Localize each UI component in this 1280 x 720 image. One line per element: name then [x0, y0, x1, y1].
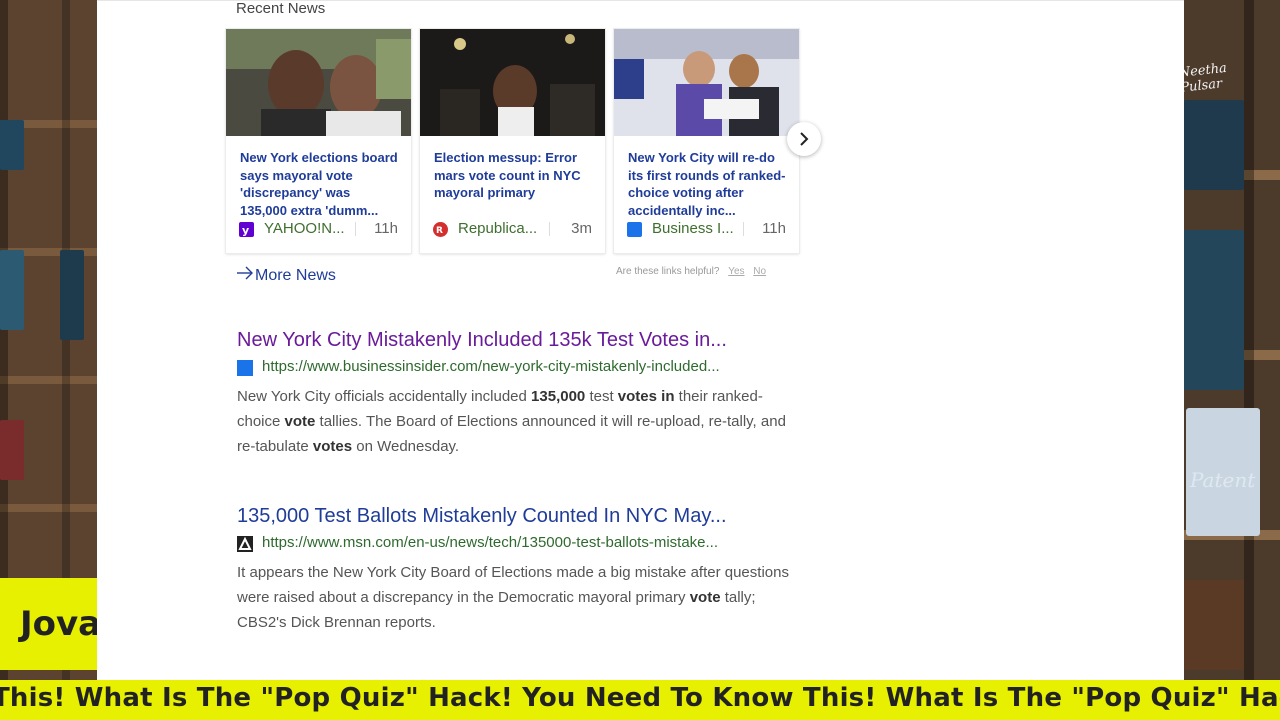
book-spine: [0, 420, 24, 480]
business-insider-icon: [627, 222, 642, 237]
news-age: 11h: [762, 220, 786, 237]
book-spine: [0, 250, 24, 330]
book-spine: [1184, 580, 1244, 670]
result-title-link[interactable]: New York City Mistakenly Included 135k T…: [237, 329, 797, 352]
news-card[interactable]: Election messup: Error mars vote count i…: [420, 29, 605, 253]
patent-label: Patent: [1190, 468, 1256, 492]
more-news-link[interactable]: More News: [236, 266, 336, 285]
background-bookshelf-right: [1184, 0, 1280, 720]
carousel-next-button[interactable]: [787, 122, 821, 156]
result-url-row: https://www.msn.com/en-us/news/tech/1350…: [237, 534, 797, 554]
separator: [549, 222, 550, 236]
search-results-pane: Recent News New York elections board say…: [97, 0, 1184, 680]
news-thumbnail[interactable]: [226, 29, 411, 136]
patent-book: Patent: [1186, 408, 1260, 536]
result-title-link[interactable]: 135,000 Test Ballots Mistakenly Counted …: [237, 505, 797, 528]
svg-text:y: y: [242, 224, 249, 237]
news-headline[interactable]: Election messup: Error mars vote count i…: [434, 149, 594, 202]
feedback-no-link[interactable]: No: [753, 266, 766, 277]
news-age: 3m: [571, 220, 592, 237]
snippet-highlight: vote: [689, 589, 721, 606]
scrolling-ticker: This! What Is The "Pop Quiz" Hack! You N…: [0, 680, 1280, 720]
result-url-row: https://www.businessinsider.com/new-york…: [237, 358, 797, 378]
news-source: Republica...: [458, 220, 538, 237]
feedback-prompt: Are these links helpful? Yes No: [616, 266, 766, 277]
svg-text:R: R: [436, 226, 443, 236]
presenter-name: Jova: [20, 604, 97, 644]
feedback-question: Are these links helpful?: [616, 266, 720, 277]
news-source: YAHOO!N...: [264, 220, 345, 237]
snippet-highlight: vote: [284, 413, 316, 430]
result-snippet: It appears the New York City Board of El…: [237, 560, 797, 635]
news-headline[interactable]: New York City will re-do its first round…: [628, 149, 788, 219]
news-headline[interactable]: New York elections board says mayoral vo…: [240, 149, 400, 219]
snippet-highlight: 135,000: [531, 388, 586, 405]
msn-icon: [237, 536, 253, 552]
recent-news-heading: Recent News: [236, 0, 326, 17]
ticker-text: This! What Is The "Pop Quiz" Hack! You N…: [0, 683, 1280, 713]
news-source-row: y YAHOO!N... 11h: [239, 219, 401, 239]
news-card[interactable]: New York City will re-do its first round…: [614, 29, 799, 253]
snippet-text: on Wednesday.: [352, 438, 460, 455]
news-source-row: R Republica... 3m: [433, 219, 595, 239]
signature-watermark: Neetha Pulsar: [1178, 60, 1228, 96]
result-url[interactable]: https://www.businessinsider.com/new-york…: [262, 358, 792, 375]
news-thumbnail[interactable]: [420, 29, 605, 136]
news-card[interactable]: New York elections board says mayoral vo…: [226, 29, 411, 253]
separator: [355, 222, 356, 236]
result-snippet: New York City officials accidentally inc…: [237, 384, 797, 459]
news-source-row: Business I... 11h: [627, 219, 789, 239]
book-spine: [60, 250, 84, 340]
news-source: Business I...: [652, 220, 734, 237]
separator: [743, 222, 744, 236]
feedback-yes-link[interactable]: Yes: [728, 266, 744, 277]
book-spine: [1184, 230, 1244, 390]
book-spine: [1184, 100, 1244, 190]
yahoo-icon: y: [239, 222, 254, 237]
arrow-right-icon: [236, 266, 255, 285]
snippet-highlight: votes: [312, 438, 353, 455]
book-spine: [0, 120, 24, 170]
republica-icon: R: [433, 222, 448, 237]
snippet-highlight: votes in: [617, 388, 675, 405]
snippet-text: test: [585, 388, 618, 405]
presenter-name-badge: Jova: [0, 578, 97, 670]
news-thumbnail[interactable]: [614, 29, 799, 136]
news-age: 11h: [374, 220, 398, 237]
snippet-text: New York City officials accidentally inc…: [237, 388, 532, 405]
business-insider-icon: [237, 360, 253, 376]
chevron-right-icon: [800, 132, 809, 146]
result-url[interactable]: https://www.msn.com/en-us/news/tech/1350…: [262, 534, 792, 551]
search-result: New York City Mistakenly Included 135k T…: [237, 329, 797, 459]
search-result: 135,000 Test Ballots Mistakenly Counted …: [237, 505, 797, 635]
more-news-label: More News: [255, 267, 336, 284]
